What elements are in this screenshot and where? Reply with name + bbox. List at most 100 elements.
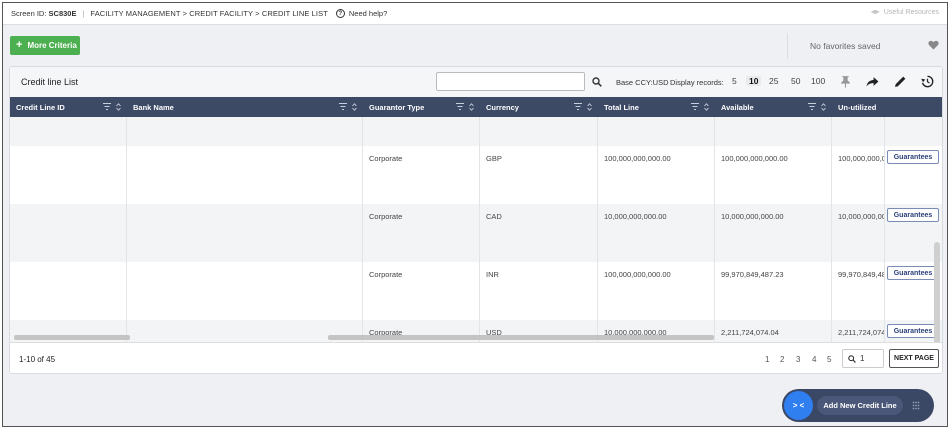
filter-icon[interactable] [456, 103, 464, 110]
guarantor-cell: Corporate [363, 204, 480, 262]
sort-icon[interactable] [352, 103, 357, 111]
page-link-4[interactable]: 4 [812, 355, 816, 364]
sort-icon[interactable] [704, 103, 709, 111]
go-to-page-input[interactable]: 1 [842, 349, 884, 368]
col-currency[interactable]: Currency [480, 97, 598, 117]
col-available[interactable]: Available [715, 97, 832, 117]
heart-icon[interactable] [928, 40, 939, 50]
graduation-cap-icon [870, 9, 880, 15]
top-bar: Screen ID: SC830E | FACILITY MANAGEMENT … [3, 3, 947, 25]
question-icon: ? [335, 9, 345, 18]
drag-grip-icon[interactable] [912, 401, 920, 410]
table-row [10, 117, 942, 146]
add-new-credit-line-button[interactable]: Add New Credit Line [817, 396, 903, 415]
filter-icon[interactable] [103, 103, 111, 110]
total-line-cell: 100,000,000,000.00 [598, 146, 715, 204]
col-credit-line-id[interactable]: Credit Line ID [10, 97, 127, 117]
panel-header: Credit line List Base CCY:USD Display re… [10, 67, 942, 97]
history-icon[interactable] [921, 75, 934, 88]
search-input[interactable] [436, 72, 585, 91]
currency-cell: GBP [480, 146, 598, 204]
table-body: Corporate GBP 100,000,000,000.00 100,000… [10, 117, 942, 342]
filter-icon[interactable] [339, 103, 347, 110]
total-line-cell: 100,000,000,000.00 [598, 262, 715, 320]
app-window: Screen ID: SC830E | FACILITY MANAGEMENT … [2, 2, 948, 427]
unutilized-cell: 100,000,000,0( [832, 146, 885, 204]
help-link[interactable]: ? Need help? [335, 9, 388, 18]
go-to-page-value: 1 [860, 354, 865, 363]
sort-icon[interactable] [116, 103, 121, 111]
search-button[interactable] [587, 72, 607, 91]
page-size-50[interactable]: 50 [791, 76, 800, 86]
page-size-10[interactable]: 10 [746, 76, 762, 86]
filter-icon[interactable] [808, 103, 816, 110]
col-guarantor-type[interactable]: Guarantor Type [363, 97, 480, 117]
table-row[interactable]: Corporate INR 100,000,000,000.00 99,970,… [10, 262, 942, 320]
pin-icon[interactable] [839, 75, 852, 88]
guarantor-cell: Corporate [363, 146, 480, 204]
guarantees-button[interactable]: Guarantees [887, 208, 939, 222]
guarantees-button[interactable]: Guarantees [887, 266, 939, 280]
favorites-label: No favorites saved [810, 41, 881, 51]
separator: | [82, 9, 85, 18]
available-cell: 99,970,849,487.23 [715, 262, 832, 320]
col-bank-name[interactable]: Bank Name [127, 97, 363, 117]
sort-icon[interactable] [469, 103, 474, 111]
col-un-utilized[interactable]: Un-utilized [832, 97, 885, 117]
base-currency: Base CCY:USD [616, 78, 669, 87]
help-label: Need help? [348, 9, 388, 18]
table-row[interactable]: Corporate GBP 100,000,000,000.00 100,000… [10, 146, 942, 204]
credit-line-panel: Credit line List Base CCY:USD Display re… [9, 66, 943, 374]
toggle-button[interactable]: > < [784, 391, 813, 420]
share-arrow-icon[interactable] [866, 75, 879, 88]
unutilized-cell: 99,970,849,48 [832, 262, 885, 320]
col-label: Guarantor Type [369, 102, 425, 112]
sort-icon[interactable] [587, 103, 592, 111]
available-cell: 10,000,000,000.00 [715, 204, 832, 262]
page-link-1[interactable]: 1 [765, 355, 769, 364]
credit-line-id-cell [10, 204, 127, 262]
scroll-thumb-left[interactable] [14, 335, 130, 340]
search-icon [848, 354, 856, 363]
col-label: Currency [486, 102, 519, 112]
screen-id-label: Screen ID: [11, 9, 47, 18]
filter-icon[interactable] [574, 103, 582, 110]
page-size-25[interactable]: 25 [769, 76, 778, 86]
currency-cell: INR [480, 262, 598, 320]
screen-id-value: SC830E [48, 9, 77, 18]
page-link-2[interactable]: 2 [780, 355, 784, 364]
filter-icon[interactable] [691, 103, 699, 110]
credit-line-id-cell [10, 262, 127, 320]
page-link-5[interactable]: 5 [827, 355, 831, 364]
breadcrumb[interactable]: FACILITY MANAGEMENT > CREDIT FACILITY > … [90, 9, 327, 18]
unutilized-cell: 10,000,000,00( [832, 204, 885, 262]
guarantees-button[interactable]: Guarantees [887, 150, 939, 164]
floating-action-bar: > < Add New Credit Line [782, 389, 934, 422]
search-icon [592, 76, 602, 87]
col-total-line[interactable]: Total Line [598, 97, 715, 117]
bank-name-cell [127, 262, 363, 320]
next-page-button[interactable]: NEXT PAGE [889, 349, 939, 368]
useful-resources-link[interactable]: Useful Resources [870, 9, 939, 16]
sort-icon[interactable] [821, 103, 826, 111]
bank-name-cell [127, 204, 363, 262]
screen-id: Screen ID: SC830E [11, 9, 76, 18]
pencil-icon[interactable] [894, 75, 907, 88]
bank-name-cell [127, 146, 363, 204]
page-size-5[interactable]: 5 [732, 76, 737, 86]
page-size-100[interactable]: 100 [811, 76, 825, 86]
page-link-3[interactable]: 3 [796, 355, 800, 364]
more-criteria-button[interactable]: + More Criteria [10, 36, 80, 55]
horizontal-scrollbar[interactable] [10, 335, 942, 341]
total-line-cell: 10,000,000,000.00 [598, 204, 715, 262]
available-cell: 100,000,000,000.00 [715, 146, 832, 204]
table-row[interactable]: Corporate CAD 10,000,000,000.00 10,000,0… [10, 204, 942, 262]
useful-resources-label: Useful Resources [883, 9, 939, 16]
currency-cell: CAD [480, 204, 598, 262]
more-criteria-label: More Criteria [27, 41, 77, 50]
favorites-box: No favorites saved [787, 33, 945, 59]
scroll-thumb-main[interactable] [328, 335, 714, 340]
vertical-scrollbar[interactable] [934, 242, 940, 342]
pagination-footer: 1-10 of 45 1 2 3 4 5 1 NEXT PAGE [10, 342, 942, 373]
table-header: Credit Line ID Bank Name Guarantor Type … [10, 97, 942, 117]
